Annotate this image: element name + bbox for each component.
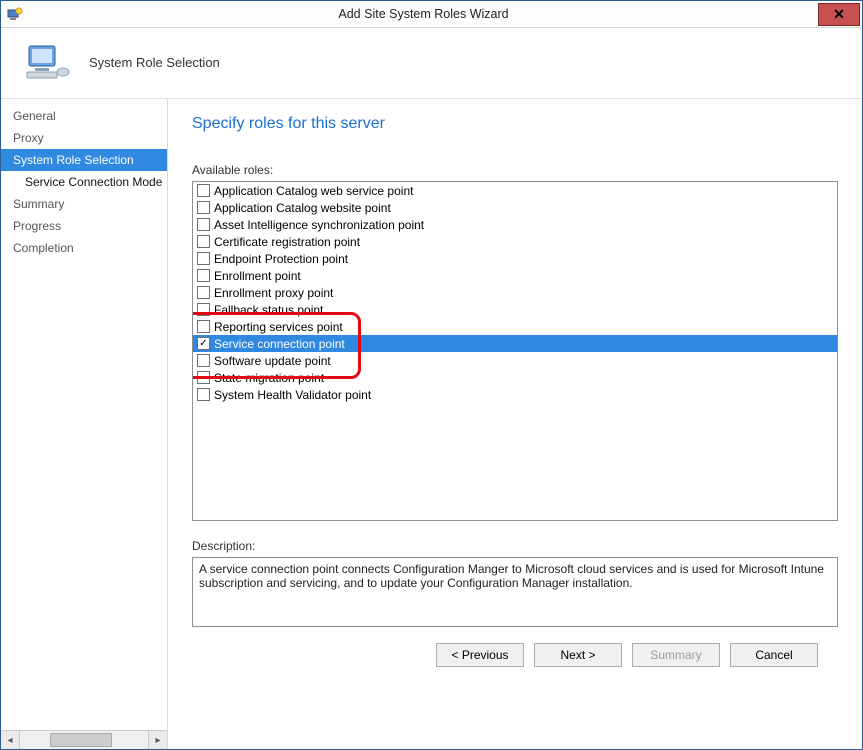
role-checkbox[interactable] bbox=[197, 218, 210, 231]
wizard-footer: < Previous Next > Summary Cancel bbox=[192, 627, 838, 681]
page-title: System Role Selection bbox=[89, 55, 220, 70]
role-row[interactable]: System Health Validator point bbox=[193, 386, 837, 403]
app-icon bbox=[7, 6, 23, 22]
window-title: Add Site System Roles Wizard bbox=[29, 7, 818, 21]
role-checkbox[interactable] bbox=[197, 235, 210, 248]
summary-button[interactable]: Summary bbox=[632, 643, 720, 667]
role-label: System Health Validator point bbox=[214, 388, 371, 402]
role-row[interactable]: Certificate registration point bbox=[193, 233, 837, 250]
description-label: Description: bbox=[192, 539, 838, 553]
wizard-main: Specify roles for this server Available … bbox=[168, 99, 862, 749]
role-checkbox[interactable] bbox=[197, 252, 210, 265]
sidebar-item-progress[interactable]: Progress bbox=[1, 215, 167, 237]
sidebar-item-label: General bbox=[13, 109, 56, 123]
role-checkbox[interactable] bbox=[197, 201, 210, 214]
role-label: Enrollment point bbox=[214, 269, 301, 283]
titlebar: Add Site System Roles Wizard ✕ bbox=[1, 1, 862, 28]
role-row[interactable]: State migration point bbox=[193, 369, 837, 386]
scroll-thumb[interactable] bbox=[50, 733, 112, 747]
role-label: Fallback status point bbox=[214, 303, 323, 317]
sidebar-item-label: Summary bbox=[13, 197, 64, 211]
available-roles-label: Available roles: bbox=[192, 163, 838, 177]
sidebar-item-summary[interactable]: Summary bbox=[1, 193, 167, 215]
sidebar-scrollbar[interactable]: ◂ ▸ bbox=[1, 730, 167, 749]
role-row[interactable]: Software update point bbox=[193, 352, 837, 369]
close-icon: ✕ bbox=[833, 6, 845, 23]
wizard-window: Add Site System Roles Wizard ✕ System Ro… bbox=[0, 0, 863, 750]
role-row[interactable]: Asset Intelligence synchronization point bbox=[193, 216, 837, 233]
description-textbox: A service connection point connects Conf… bbox=[192, 557, 838, 627]
wizard-header: System Role Selection bbox=[1, 28, 862, 99]
sidebar-item-label: Completion bbox=[13, 241, 74, 255]
role-label: Certificate registration point bbox=[214, 235, 360, 249]
wizard-nav-list: General Proxy System Role Selection Service… bbox=[1, 99, 167, 730]
role-checkbox[interactable] bbox=[197, 388, 210, 401]
sidebar-item-service-connection-mode[interactable]: Service Connection Mode bbox=[1, 171, 167, 193]
available-roles-listbox[interactable]: Application Catalog web service point App… bbox=[192, 181, 838, 521]
sidebar-item-system-role-selection[interactable]: System Role Selection bbox=[1, 149, 167, 171]
role-label: Application Catalog web service point bbox=[214, 184, 413, 198]
role-row[interactable]: ✓ Service connection point bbox=[193, 335, 837, 352]
role-row[interactable]: Application Catalog website point bbox=[193, 199, 837, 216]
previous-button[interactable]: < Previous bbox=[436, 643, 524, 667]
role-checkbox[interactable] bbox=[197, 320, 210, 333]
role-row[interactable]: Reporting services point bbox=[193, 318, 837, 335]
sidebar-item-completion[interactable]: Completion bbox=[1, 237, 167, 259]
scroll-right-arrow-icon[interactable]: ▸ bbox=[148, 731, 167, 749]
computer-icon bbox=[25, 42, 71, 82]
role-row[interactable]: Application Catalog web service point bbox=[193, 182, 837, 199]
role-label: Software update point bbox=[214, 354, 331, 368]
main-heading: Specify roles for this server bbox=[192, 115, 838, 133]
role-row[interactable]: Enrollment proxy point bbox=[193, 284, 837, 301]
cancel-button[interactable]: Cancel bbox=[730, 643, 818, 667]
sidebar-item-label: Service Connection Mode bbox=[25, 175, 162, 189]
next-button[interactable]: Next > bbox=[534, 643, 622, 667]
role-label: Service connection point bbox=[214, 337, 345, 351]
role-label: Application Catalog website point bbox=[214, 201, 391, 215]
role-row[interactable]: Enrollment point bbox=[193, 267, 837, 284]
role-checkbox[interactable] bbox=[197, 269, 210, 282]
role-checkbox[interactable] bbox=[197, 354, 210, 367]
wizard-nav-sidebar: General Proxy System Role Selection Service… bbox=[1, 99, 168, 749]
scroll-track[interactable] bbox=[20, 731, 148, 749]
sidebar-item-label: System Role Selection bbox=[13, 153, 134, 167]
role-label: Enrollment proxy point bbox=[214, 286, 333, 300]
role-checkbox[interactable] bbox=[197, 286, 210, 299]
role-checkbox[interactable] bbox=[197, 303, 210, 316]
role-label: State migration point bbox=[214, 371, 324, 385]
sidebar-item-label: Proxy bbox=[13, 131, 44, 145]
scroll-left-arrow-icon[interactable]: ◂ bbox=[1, 731, 20, 749]
wizard-body: General Proxy System Role Selection Service… bbox=[1, 99, 862, 749]
close-button[interactable]: ✕ bbox=[818, 3, 860, 26]
role-label: Reporting services point bbox=[214, 320, 343, 334]
role-checkbox[interactable] bbox=[197, 371, 210, 384]
role-checkbox[interactable] bbox=[197, 184, 210, 197]
role-row[interactable]: Fallback status point bbox=[193, 301, 837, 318]
role-checkbox[interactable]: ✓ bbox=[197, 337, 210, 350]
role-label: Endpoint Protection point bbox=[214, 252, 348, 266]
sidebar-item-general[interactable]: General bbox=[1, 105, 167, 127]
role-label: Asset Intelligence synchronization point bbox=[214, 218, 424, 232]
sidebar-item-proxy[interactable]: Proxy bbox=[1, 127, 167, 149]
sidebar-item-label: Progress bbox=[13, 219, 61, 233]
role-row[interactable]: Endpoint Protection point bbox=[193, 250, 837, 267]
